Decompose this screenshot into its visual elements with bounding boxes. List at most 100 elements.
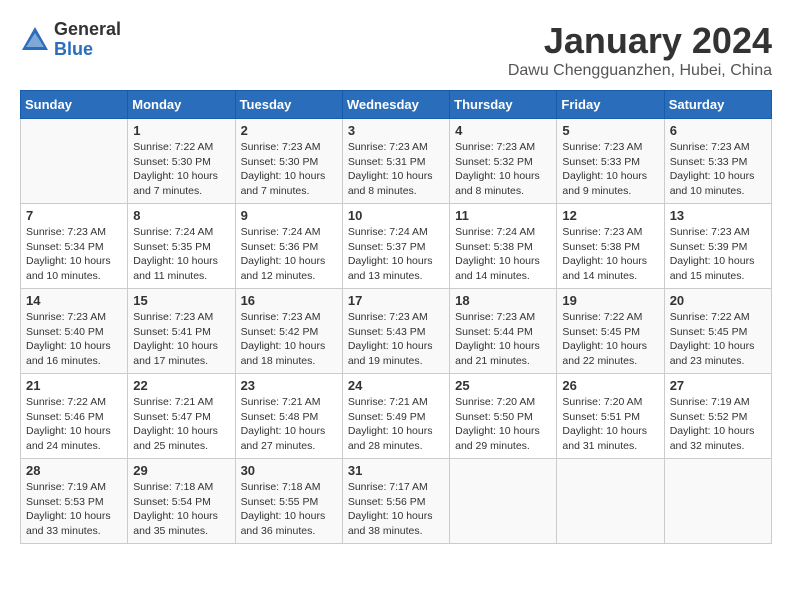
calendar-day-27: 27Sunrise: 7:19 AM Sunset: 5:52 PM Dayli… — [664, 374, 771, 459]
calendar-day-4: 4 Sunrise: 7:23 AM Sunset: 5:32 PM Daylig… — [450, 119, 557, 204]
day-number: 31 — [348, 463, 444, 478]
calendar-day-31: 31 Sunrise: 7:17 AM Sunset: 5:56 PM Dayli… — [342, 459, 449, 544]
weekday-header-wednesday: Wednesday — [342, 91, 449, 119]
calendar-day-12: 12Sunrise: 7:23 AM Sunset: 5:38 PM Dayli… — [557, 204, 664, 289]
calendar-day-7: 7 Sunrise: 7:23 AM Sunset: 5:34 PM Daylig… — [21, 204, 128, 289]
calendar-day-5: 5Sunrise: 7:23 AM Sunset: 5:33 PM Daylig… — [557, 119, 664, 204]
day-number: 29 — [133, 463, 229, 478]
day-info: Sunrise: 7:24 AM Sunset: 5:37 PM Dayligh… — [348, 225, 444, 284]
day-info: Sunrise: 7:23 AM Sunset: 5:40 PM Dayligh… — [26, 310, 122, 369]
calendar-week-3: 14 Sunrise: 7:23 AM Sunset: 5:40 PM Dayli… — [21, 289, 772, 374]
day-info: Sunrise: 7:21 AM Sunset: 5:49 PM Dayligh… — [348, 395, 444, 454]
day-info: Sunrise: 7:21 AM Sunset: 5:47 PM Dayligh… — [133, 395, 229, 454]
day-info: Sunrise: 7:24 AM Sunset: 5:36 PM Dayligh… — [241, 225, 337, 284]
empty-cell — [557, 459, 664, 544]
page-header: General Blue January 2024 Dawu Chengguan… — [20, 20, 772, 80]
day-number: 28 — [26, 463, 122, 478]
calendar-day-9: 9 Sunrise: 7:24 AM Sunset: 5:36 PM Daylig… — [235, 204, 342, 289]
day-info: Sunrise: 7:19 AM Sunset: 5:52 PM Dayligh… — [670, 395, 766, 454]
day-info: Sunrise: 7:18 AM Sunset: 5:54 PM Dayligh… — [133, 480, 229, 539]
day-info: Sunrise: 7:21 AM Sunset: 5:48 PM Dayligh… — [241, 395, 337, 454]
title-section: January 2024 Dawu Chengguanzhen, Hubei, … — [508, 20, 772, 80]
day-info: Sunrise: 7:22 AM Sunset: 5:46 PM Dayligh… — [26, 395, 122, 454]
calendar-day-15: 15 Sunrise: 7:23 AM Sunset: 5:41 PM Dayli… — [128, 289, 235, 374]
day-info: Sunrise: 7:24 AM Sunset: 5:38 PM Dayligh… — [455, 225, 551, 284]
calendar-day-20: 20Sunrise: 7:22 AM Sunset: 5:45 PM Dayli… — [664, 289, 771, 374]
calendar-body: 1 Sunrise: 7:22 AM Sunset: 5:30 PM Daylig… — [21, 119, 772, 544]
day-info: Sunrise: 7:23 AM Sunset: 5:44 PM Dayligh… — [455, 310, 551, 369]
calendar-day-23: 23 Sunrise: 7:21 AM Sunset: 5:48 PM Dayli… — [235, 374, 342, 459]
calendar-day-25: 25 Sunrise: 7:20 AM Sunset: 5:50 PM Dayli… — [450, 374, 557, 459]
weekday-header-sunday: Sunday — [21, 91, 128, 119]
calendar-week-1: 1 Sunrise: 7:22 AM Sunset: 5:30 PM Daylig… — [21, 119, 772, 204]
day-info: Sunrise: 7:17 AM Sunset: 5:56 PM Dayligh… — [348, 480, 444, 539]
day-number: 3 — [348, 123, 444, 138]
calendar-day-22: 22Sunrise: 7:21 AM Sunset: 5:47 PM Dayli… — [128, 374, 235, 459]
calendar-day-8: 8Sunrise: 7:24 AM Sunset: 5:35 PM Daylig… — [128, 204, 235, 289]
day-info: Sunrise: 7:23 AM Sunset: 5:41 PM Dayligh… — [133, 310, 229, 369]
day-number: 4 — [455, 123, 551, 138]
day-number: 16 — [241, 293, 337, 308]
day-info: Sunrise: 7:23 AM Sunset: 5:39 PM Dayligh… — [670, 225, 766, 284]
calendar-day-29: 29 Sunrise: 7:18 AM Sunset: 5:54 PM Dayli… — [128, 459, 235, 544]
day-number: 7 — [26, 208, 122, 223]
logo-text: General Blue — [54, 20, 121, 60]
day-info: Sunrise: 7:23 AM Sunset: 5:31 PM Dayligh… — [348, 140, 444, 199]
day-info: Sunrise: 7:23 AM Sunset: 5:32 PM Dayligh… — [455, 140, 551, 199]
calendar-day-2: 2Sunrise: 7:23 AM Sunset: 5:30 PM Daylig… — [235, 119, 342, 204]
weekday-header-thursday: Thursday — [450, 91, 557, 119]
day-number: 5 — [562, 123, 658, 138]
day-number: 24 — [348, 378, 444, 393]
weekday-header-monday: Monday — [128, 91, 235, 119]
day-info: Sunrise: 7:23 AM Sunset: 5:42 PM Dayligh… — [241, 310, 337, 369]
calendar-week-5: 28 Sunrise: 7:19 AM Sunset: 5:53 PM Dayli… — [21, 459, 772, 544]
day-info: Sunrise: 7:19 AM Sunset: 5:53 PM Dayligh… — [26, 480, 122, 539]
day-number: 6 — [670, 123, 766, 138]
day-number: 15 — [133, 293, 229, 308]
day-number: 2 — [241, 123, 337, 138]
day-number: 25 — [455, 378, 551, 393]
calendar-week-4: 21Sunrise: 7:22 AM Sunset: 5:46 PM Dayli… — [21, 374, 772, 459]
day-number: 9 — [241, 208, 337, 223]
empty-cell — [664, 459, 771, 544]
weekday-header-saturday: Saturday — [664, 91, 771, 119]
weekday-header-tuesday: Tuesday — [235, 91, 342, 119]
calendar-day-6: 6 Sunrise: 7:23 AM Sunset: 5:33 PM Daylig… — [664, 119, 771, 204]
weekday-header-friday: Friday — [557, 91, 664, 119]
day-number: 23 — [241, 378, 337, 393]
calendar-day-18: 18 Sunrise: 7:23 AM Sunset: 5:44 PM Dayli… — [450, 289, 557, 374]
calendar-day-17: 17 Sunrise: 7:23 AM Sunset: 5:43 PM Dayli… — [342, 289, 449, 374]
day-info: Sunrise: 7:18 AM Sunset: 5:55 PM Dayligh… — [241, 480, 337, 539]
day-info: Sunrise: 7:23 AM Sunset: 5:34 PM Dayligh… — [26, 225, 122, 284]
calendar-day-19: 19 Sunrise: 7:22 AM Sunset: 5:45 PM Dayli… — [557, 289, 664, 374]
day-info: Sunrise: 7:20 AM Sunset: 5:50 PM Dayligh… — [455, 395, 551, 454]
calendar-day-28: 28 Sunrise: 7:19 AM Sunset: 5:53 PM Dayli… — [21, 459, 128, 544]
day-number: 30 — [241, 463, 337, 478]
day-number: 18 — [455, 293, 551, 308]
calendar-day-14: 14 Sunrise: 7:23 AM Sunset: 5:40 PM Dayli… — [21, 289, 128, 374]
logo-icon — [20, 25, 50, 55]
day-info: Sunrise: 7:23 AM Sunset: 5:33 PM Dayligh… — [670, 140, 766, 199]
day-number: 14 — [26, 293, 122, 308]
day-number: 1 — [133, 123, 229, 138]
day-number: 19 — [562, 293, 658, 308]
calendar-day-24: 24 Sunrise: 7:21 AM Sunset: 5:49 PM Dayli… — [342, 374, 449, 459]
calendar-week-2: 7 Sunrise: 7:23 AM Sunset: 5:34 PM Daylig… — [21, 204, 772, 289]
day-number: 20 — [670, 293, 766, 308]
day-info: Sunrise: 7:22 AM Sunset: 5:45 PM Dayligh… — [562, 310, 658, 369]
empty-cell — [450, 459, 557, 544]
logo: General Blue — [20, 20, 121, 60]
calendar-day-30: 30 Sunrise: 7:18 AM Sunset: 5:55 PM Dayli… — [235, 459, 342, 544]
logo-blue: Blue — [54, 40, 121, 60]
day-info: Sunrise: 7:22 AM Sunset: 5:30 PM Dayligh… — [133, 140, 229, 199]
day-number: 17 — [348, 293, 444, 308]
calendar-day-26: 26Sunrise: 7:20 AM Sunset: 5:51 PM Dayli… — [557, 374, 664, 459]
calendar-title: January 2024 — [508, 20, 772, 62]
day-number: 11 — [455, 208, 551, 223]
day-info: Sunrise: 7:23 AM Sunset: 5:43 PM Dayligh… — [348, 310, 444, 369]
day-number: 13 — [670, 208, 766, 223]
day-number: 10 — [348, 208, 444, 223]
calendar-day-3: 3 Sunrise: 7:23 AM Sunset: 5:31 PM Daylig… — [342, 119, 449, 204]
empty-cell — [21, 119, 128, 204]
day-number: 26 — [562, 378, 658, 393]
